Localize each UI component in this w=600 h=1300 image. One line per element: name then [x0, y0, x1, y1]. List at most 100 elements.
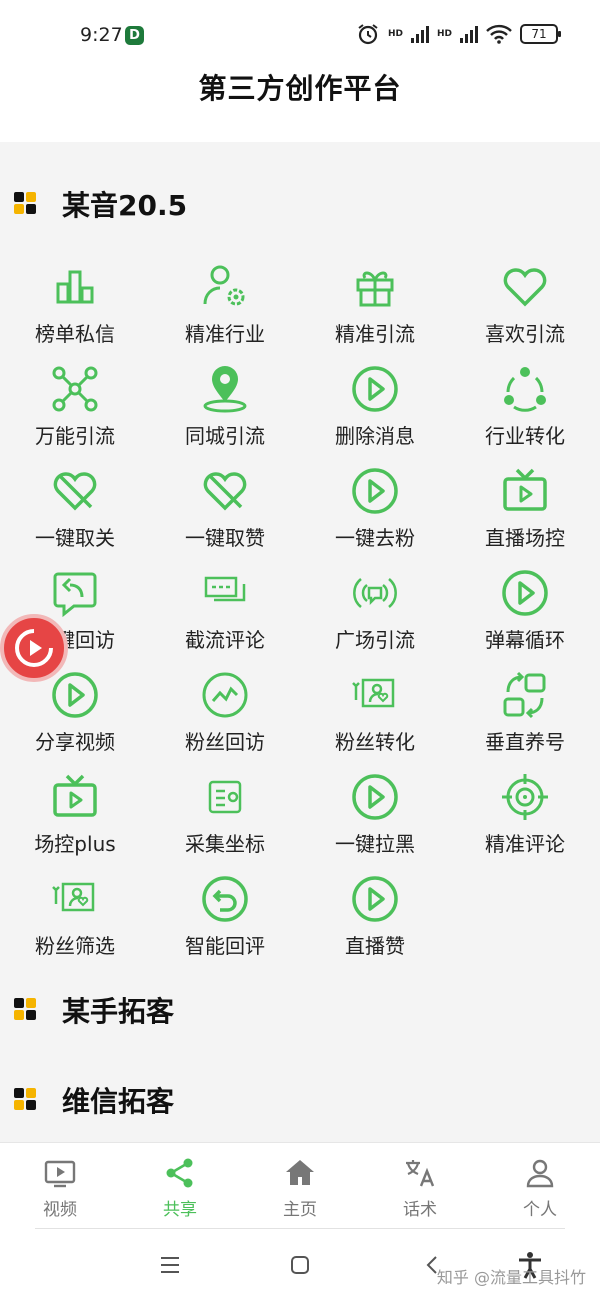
- video-icon: [44, 1160, 76, 1188]
- feature-tile[interactable]: 删除消息: [300, 356, 450, 458]
- feature-tile[interactable]: 一键取赞: [150, 458, 300, 560]
- feature-tile[interactable]: 榜单私信: [0, 254, 150, 356]
- feature-label: 粉丝转化: [335, 730, 415, 754]
- section-logo-icon: [14, 1088, 36, 1110]
- section-header-kuaishou[interactable]: 某手拓客: [0, 978, 600, 1038]
- photo-heart-icon: [350, 670, 400, 720]
- feature-label: 截流评论: [185, 628, 265, 652]
- swap-icon: [500, 670, 550, 720]
- home-square-icon[interactable]: [285, 1250, 315, 1280]
- hub-icon: [50, 364, 100, 414]
- feature-label: 采集坐标: [185, 832, 265, 856]
- section-header-douyin[interactable]: 某音20.5: [0, 172, 600, 232]
- play-circle-icon: [350, 466, 400, 516]
- feature-label: 直播赞: [345, 934, 405, 958]
- bar-chart-icon: [50, 262, 100, 312]
- feature-label: 精准行业: [185, 322, 265, 346]
- feature-tile[interactable]: 一键去粉: [300, 458, 450, 560]
- tab-label: 共享: [163, 1200, 197, 1220]
- watermark-text: 知乎 @流量工具抖竹: [436, 1268, 586, 1287]
- play-circle-icon: [500, 568, 550, 618]
- crosshair-icon: [500, 772, 550, 822]
- play-circle-icon: [350, 874, 400, 924]
- feature-label: 粉丝回访: [185, 730, 265, 754]
- tv-icon: [500, 466, 550, 516]
- tab-video[interactable]: 视频: [0, 1143, 120, 1229]
- feature-tile[interactable]: 场控plus: [0, 764, 150, 866]
- menu-icon[interactable]: [155, 1250, 185, 1280]
- feature-tile[interactable]: 直播赞: [300, 866, 450, 968]
- feature-label: 行业转化: [485, 424, 565, 448]
- trend-circle-icon: [200, 670, 250, 720]
- feature-tile[interactable]: 同城引流: [150, 356, 300, 458]
- feature-label: 删除消息: [335, 424, 415, 448]
- tab-scripts[interactable]: 话术: [360, 1143, 480, 1229]
- feature-tile[interactable]: 直播场控: [450, 458, 600, 560]
- feature-tile[interactable]: 粉丝回访: [150, 662, 300, 764]
- floating-record-button[interactable]: [0, 614, 68, 682]
- feature-label: 广场引流: [335, 628, 415, 652]
- chat-bubbles-icon: [200, 568, 250, 618]
- system-nav-bar: 知乎 @流量工具抖竹: [0, 1228, 600, 1300]
- section-title: 某音20.5: [62, 189, 188, 222]
- status-indicators: HD HD 71: [356, 22, 561, 46]
- feature-label: 喜欢引流: [485, 322, 565, 346]
- page-title: 第三方创作平台: [198, 72, 402, 105]
- section-header-weixin[interactable]: 维信拓客: [0, 1068, 600, 1128]
- feature-tile[interactable]: 精准行业: [150, 254, 300, 356]
- heart-icon: [500, 262, 550, 312]
- tab-share[interactable]: 共享: [120, 1143, 240, 1229]
- feature-label: 一键取赞: [185, 526, 265, 550]
- feature-tile[interactable]: 万能引流: [0, 356, 150, 458]
- reply-chat-icon: [50, 568, 100, 618]
- tab-label: 话术: [403, 1200, 437, 1220]
- feature-label: 场控plus: [34, 832, 116, 856]
- section-title: 某手拓客: [62, 995, 175, 1028]
- photo-heart-icon: [50, 874, 100, 924]
- feature-tile[interactable]: 粉丝转化: [300, 662, 450, 764]
- feature-tile[interactable]: 精准评论: [450, 764, 600, 866]
- tab-label: 视频: [43, 1200, 77, 1220]
- title-bar: 第三方创作平台: [0, 62, 600, 142]
- signal-2-icon: [460, 25, 478, 43]
- feature-tile[interactable]: 智能回评: [150, 866, 300, 968]
- feature-label: 同城引流: [185, 424, 265, 448]
- feature-tile[interactable]: 一键取关: [0, 458, 150, 560]
- feature-label: 垂直养号: [485, 730, 565, 754]
- section-logo-icon: [14, 192, 36, 214]
- feature-label: 弹幕循环: [485, 628, 565, 652]
- feature-tile[interactable]: 弹幕循环: [450, 560, 600, 662]
- play-circle-icon: [350, 772, 400, 822]
- feature-tile[interactable]: 一键拉黑: [300, 764, 450, 866]
- tab-label: 个人: [523, 1200, 557, 1220]
- feature-tile[interactable]: 粉丝筛选: [0, 866, 150, 968]
- feature-tile[interactable]: 采集坐标: [150, 764, 300, 866]
- alarm-icon: [358, 24, 378, 45]
- feature-label: 一键拉黑: [335, 832, 415, 856]
- network-type-1: HD: [387, 29, 403, 39]
- share-icon: [166, 1158, 193, 1188]
- feature-tile[interactable]: 喜欢引流: [450, 254, 600, 356]
- status-time: 9:27: [80, 24, 123, 46]
- feature-tile[interactable]: 垂直养号: [450, 662, 600, 764]
- tab-home[interactable]: 主页: [240, 1143, 360, 1229]
- feature-label: 粉丝筛选: [35, 934, 115, 958]
- tv-icon: [50, 772, 100, 822]
- app-badge-icon: D: [125, 26, 144, 45]
- section-logo-icon: [14, 998, 36, 1020]
- feature-tile[interactable]: 行业转化: [450, 356, 600, 458]
- signal-1-icon: [410, 25, 429, 43]
- feature-label: 直播场控: [485, 526, 565, 550]
- feature-tile[interactable]: 精准引流: [300, 254, 450, 356]
- heart-off-icon: [200, 466, 250, 516]
- feature-tile[interactable]: 广场引流: [300, 560, 450, 662]
- tab-profile[interactable]: 个人: [480, 1143, 600, 1229]
- location-pin-icon: [200, 364, 250, 414]
- feature-tile[interactable]: 截流评论: [150, 560, 300, 662]
- play-circle-icon: [50, 670, 100, 720]
- feature-label: 榜单私信: [35, 322, 115, 346]
- play-circle-icon: [350, 364, 400, 414]
- wifi-icon: [486, 24, 512, 44]
- main-content[interactable]: 某音20.5 榜单私信 精准行业 精准引流 喜欢引流万能引流 同城引流 删除消息 行业转化一…: [0, 142, 600, 1142]
- person-icon: [526, 1159, 554, 1188]
